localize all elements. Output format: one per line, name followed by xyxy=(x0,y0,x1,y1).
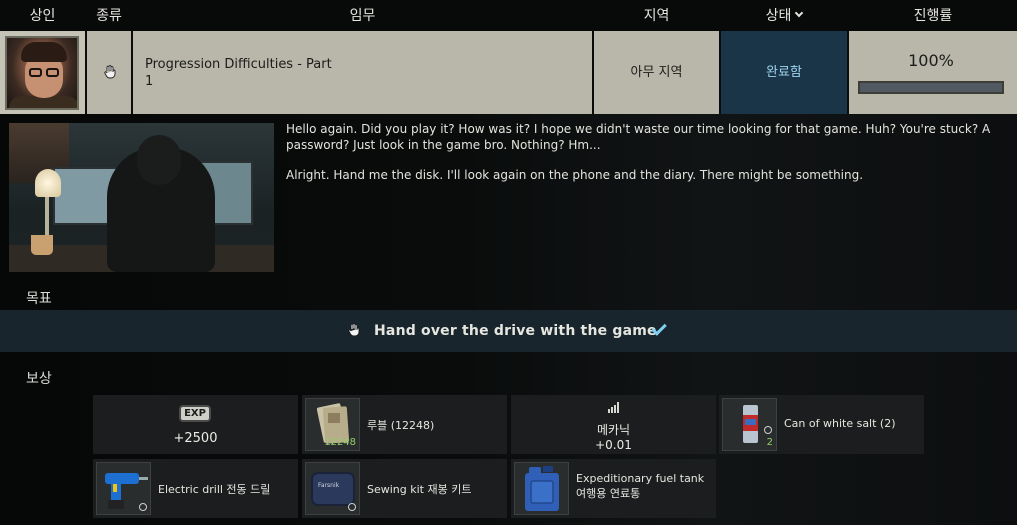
item-slot[interactable] xyxy=(514,462,569,515)
quest-image xyxy=(9,123,274,272)
progress-cell: 100% xyxy=(849,31,1017,114)
skill-bars-icon xyxy=(608,402,619,413)
status-icon xyxy=(348,503,356,511)
reward-name: Sewing kit 재봉 키트 xyxy=(367,483,472,496)
item-slot[interactable]: Farsnik xyxy=(305,462,360,515)
reward-name: 루블 (12248) xyxy=(367,419,435,432)
item-slot[interactable]: 2 xyxy=(722,398,777,451)
reward-name: Expeditionary fuel tank 여행용 연료통 xyxy=(576,472,705,500)
reward-sewing-kit[interactable]: Farsnik Sewing kit 재봉 키트 xyxy=(302,459,507,518)
item-count: 12248 xyxy=(324,437,356,448)
fuel-tank-icon xyxy=(525,466,559,511)
header-type[interactable]: 종류 xyxy=(87,0,131,31)
chevron-down-icon xyxy=(795,8,804,18)
quest-type-cell[interactable] xyxy=(87,31,131,114)
reward-name: Can of white salt (2) xyxy=(784,417,896,430)
header-status-label: 상태 xyxy=(765,8,792,24)
table-header: 상인 종류 임무 지역 상태 진행률 xyxy=(0,0,1017,31)
exp-icon: EXP xyxy=(179,405,211,422)
item-count: 2 xyxy=(766,437,773,448)
skill-value: +0.01 xyxy=(595,438,632,452)
trader-cell[interactable] xyxy=(0,31,85,114)
hand-icon xyxy=(104,65,116,79)
reward-roubles[interactable]: 12248 루블 (12248) xyxy=(302,395,507,454)
reward-exp: EXP +2500 xyxy=(93,395,298,454)
header-location[interactable]: 지역 xyxy=(594,0,719,31)
header-status[interactable]: 상태 xyxy=(721,0,847,31)
header-quest[interactable]: 임무 xyxy=(133,0,592,31)
reward-name: Electric drill 전동 드릴 xyxy=(158,483,271,496)
quest-description: Hello again. Did you play it? How was it… xyxy=(286,122,996,199)
sewing-kit-brand: Farsnik xyxy=(318,482,340,489)
item-slot[interactable] xyxy=(96,462,151,515)
trader-avatar xyxy=(5,36,79,110)
header-trader[interactable]: 상인 xyxy=(0,0,85,31)
quest-location: 아무 지역 xyxy=(594,31,719,114)
status-icon xyxy=(139,503,147,511)
reward-skill: 메카닉 +0.01 xyxy=(511,395,716,454)
objective-item[interactable]: Hand over the drive with the game xyxy=(0,310,1017,352)
progress-text: 100% xyxy=(908,51,954,70)
header-progress[interactable]: 진행률 xyxy=(849,0,1017,31)
objective-text: Hand over the drive with the game xyxy=(374,323,657,339)
objectives-label: 목표 xyxy=(26,291,52,307)
rewards-label: 보상 xyxy=(26,371,52,387)
skill-name: 메카닉 xyxy=(596,423,631,437)
reward-fuel-tank[interactable]: Expeditionary fuel tank 여행용 연료통 xyxy=(511,459,716,518)
description-paragraph: Alright. Hand me the disk. I'll look aga… xyxy=(286,168,864,182)
progress-fill xyxy=(860,83,1002,92)
progress-bar xyxy=(858,81,1004,94)
quest-row[interactable]: Progression Difficulties - Part 1 아무 지역 … xyxy=(0,31,1017,114)
quest-name: Progression Difficulties - Part 1 xyxy=(145,57,332,89)
quest-name-cell[interactable]: Progression Difficulties - Part 1 xyxy=(133,31,592,114)
hand-icon xyxy=(348,323,360,337)
status-badge: 완료함 xyxy=(721,31,847,114)
description-paragraph: Hello again. Did you play it? How was it… xyxy=(286,122,991,152)
reward-salt[interactable]: 2 Can of white salt (2) xyxy=(719,395,924,454)
item-slot[interactable]: 12248 xyxy=(305,398,360,451)
reward-drill[interactable]: Electric drill 전동 드릴 xyxy=(93,459,298,518)
exp-value: +2500 xyxy=(173,431,218,446)
quest-details: Hello again. Did you play it? How was it… xyxy=(0,114,1017,525)
status-icon xyxy=(764,426,772,434)
